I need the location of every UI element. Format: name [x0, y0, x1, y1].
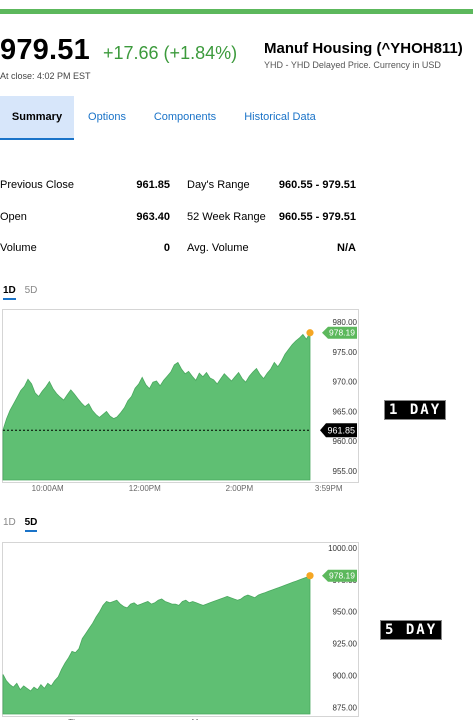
last-price-dot	[306, 329, 314, 337]
price-area-series	[2, 575, 311, 715]
last-price-value: 978.19	[329, 571, 355, 581]
y-tick-label: 925.00	[333, 640, 358, 649]
intraday-chart[interactable]: 961.85 980.00 975.00 970.00 965.00 960.00 955.…	[2, 309, 359, 494]
tab-options[interactable]: Options	[80, 96, 134, 140]
tab-summary[interactable]: Summary	[0, 96, 74, 140]
stat-value: 960.55 - 979.51	[278, 179, 356, 191]
range-tab-5d[interactable]: 5D	[24, 517, 38, 532]
stat-value: 960.55 - 979.51	[278, 211, 356, 223]
five-day-overlay-label: 5 DAY	[380, 620, 443, 640]
y-tick-label: 900.00	[333, 672, 358, 681]
stat-label: Day's Range	[187, 179, 250, 191]
y-tick-label: 975.00	[333, 348, 358, 357]
y-tick-label: 955.00	[333, 467, 358, 476]
previous-close-marker: 961.85	[320, 423, 357, 438]
page-title: Manuf Housing (^YHOH811)	[264, 40, 463, 57]
y-tick-label: 965.00	[333, 407, 358, 416]
stat-label: Avg. Volume	[187, 242, 249, 254]
x-tick-label: 2:00PM	[226, 484, 254, 493]
current-price: 979.51	[0, 34, 90, 66]
close-time: At close: 4:02 PM EST	[0, 71, 91, 81]
accent-bar	[0, 9, 473, 14]
tab-components[interactable]: Components	[145, 96, 225, 140]
stat-value: N/A	[337, 242, 356, 254]
range-tabs-1d-chart: 1D 5D	[3, 285, 43, 300]
y-tick-label: 875.00	[333, 704, 358, 713]
price-change: +17.66 (+1.84%)	[103, 43, 238, 63]
previous-close-value: 961.85	[327, 426, 355, 436]
range-tab-1d[interactable]: 1D	[3, 285, 16, 300]
one-day-overlay-label: 1 DAY	[384, 400, 447, 420]
y-tick-label: 1000.00	[328, 544, 357, 553]
tab-historical-data[interactable]: Historical Data	[235, 96, 325, 140]
y-tick-label: 960.00	[333, 437, 358, 446]
stats-row: Previous Close 961.85 Day's Range 960.55…	[0, 179, 360, 199]
stat-value: 0	[163, 242, 170, 254]
stat-label: Previous Close	[0, 179, 74, 191]
last-price-dot	[306, 572, 314, 580]
stats-row: Open 963.40 52 Week Range 960.55 - 979.5…	[0, 211, 360, 231]
x-tick-label: 3:59PM	[315, 484, 343, 493]
price-source: YHD - YHD Delayed Price. Currency in USD	[264, 60, 441, 70]
y-tick-label: 950.00	[333, 608, 358, 617]
range-tab-5d[interactable]: 5D	[25, 285, 38, 298]
y-tick-label: 970.00	[333, 378, 358, 387]
stat-label: Volume	[0, 242, 37, 254]
stat-label: Open	[0, 211, 27, 223]
range-tab-1d[interactable]: 1D	[3, 517, 16, 530]
stat-label: 52 Week Range	[187, 211, 266, 223]
last-price-marker: 978.19	[322, 326, 357, 339]
price-area-series	[2, 331, 311, 481]
x-tick-label: 12:00PM	[129, 484, 161, 493]
last-price-marker: 978.19	[322, 569, 357, 582]
stat-value: 961.85	[136, 179, 170, 191]
range-tabs-5d-chart: 1D 5D	[3, 517, 43, 532]
quote-tabs: Summary Options Components Historical Da…	[0, 96, 473, 140]
stat-value: 963.40	[136, 211, 170, 223]
last-price-value: 978.19	[329, 328, 355, 338]
x-tick-label: 10:00AM	[32, 484, 64, 493]
y-tick-label: 980.00	[333, 318, 358, 327]
five-day-chart[interactable]: 1000.00975.00950.00925.00900.00875.00978…	[2, 542, 359, 720]
stats-row: Volume 0 Avg. Volume N/A	[0, 242, 360, 262]
